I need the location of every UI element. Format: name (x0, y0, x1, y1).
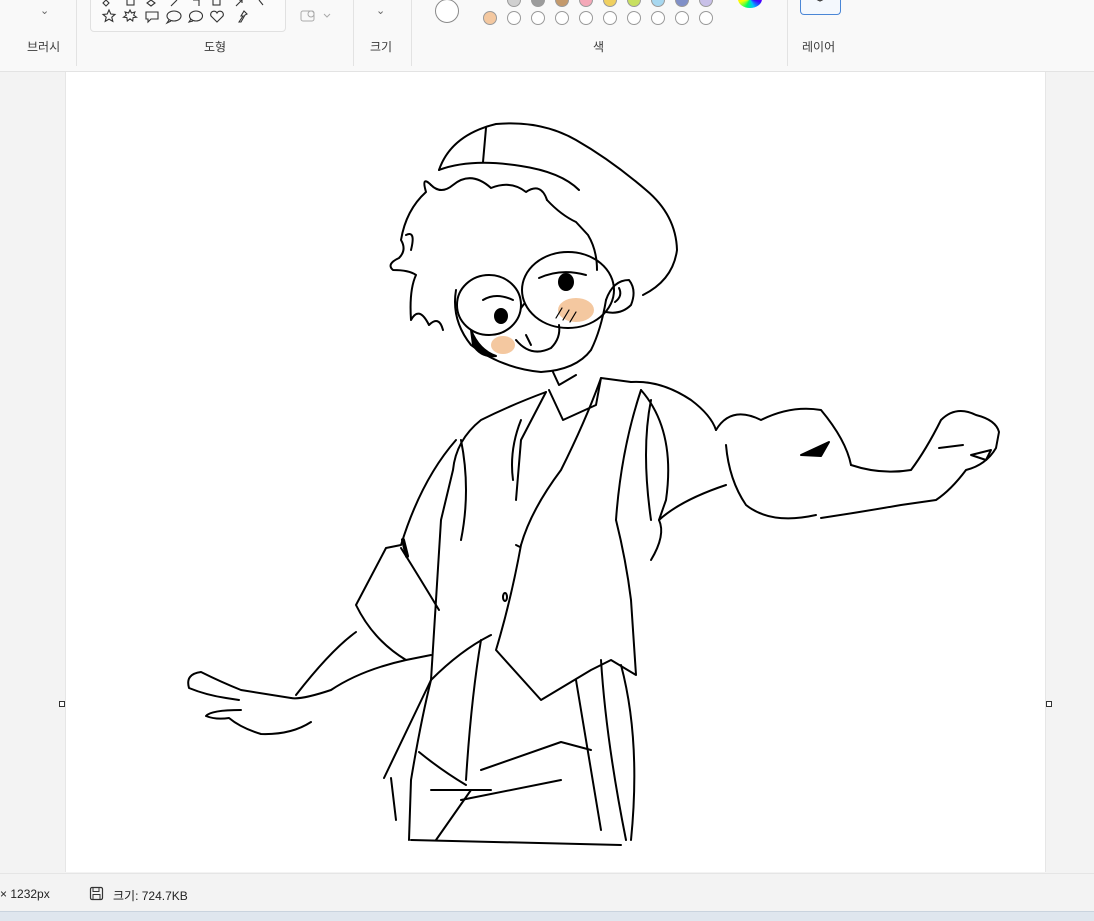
color-swatch[interactable] (675, 0, 689, 7)
character-drawing (187, 122, 1000, 846)
color-swatch[interactable] (555, 0, 569, 7)
ribbon-divider (353, 0, 354, 66)
canvas-resize-handle-right[interactable] (1046, 701, 1052, 707)
color-swatch[interactable] (651, 11, 665, 25)
color-swatch[interactable] (531, 11, 545, 25)
color-swatch[interactable] (675, 11, 689, 25)
ribbon-divider (76, 0, 77, 66)
color-swatch[interactable] (699, 11, 713, 25)
color-swatch[interactable] (627, 0, 641, 7)
color-swatch[interactable] (699, 0, 713, 7)
canvas-dimensions-text: × 1232px (0, 887, 50, 901)
shapes-group-label: 도형 (204, 40, 227, 54)
color-swatch[interactable] (627, 11, 641, 25)
color-swatch[interactable] (579, 11, 593, 25)
file-size-text: 크기: 724.7KB (113, 889, 188, 903)
brush-group-label: 브러시 (27, 40, 61, 54)
color-swatch[interactable] (507, 11, 521, 25)
shapes-gallery (90, 0, 286, 32)
canvas-resize-handle-left[interactable] (59, 701, 65, 707)
color-swatch[interactable] (531, 0, 545, 7)
size-dropdown-chevron-icon[interactable]: ⌄ (376, 6, 385, 17)
color-swatch[interactable] (483, 11, 497, 25)
ribbon-divider (787, 0, 788, 66)
current-color-swatch[interactable] (435, 0, 459, 23)
edit-colors-icon[interactable] (738, 0, 762, 8)
color-swatch[interactable] (651, 0, 665, 7)
layers-icon (816, 0, 824, 2)
drawing-canvas[interactable] (65, 72, 1046, 872)
size-group-label: 크기 (370, 40, 393, 54)
color-swatch[interactable] (603, 11, 617, 25)
color-swatch[interactable] (555, 11, 569, 25)
save-disk-icon (89, 886, 104, 901)
layers-group-label: 레이어 (802, 40, 836, 54)
layers-button[interactable] (800, 0, 841, 15)
brush-dropdown-chevron-icon[interactable]: ⌄ (40, 6, 49, 17)
color-swatch[interactable] (507, 0, 521, 7)
shape-fill-option-icon[interactable] (300, 8, 334, 24)
ribbon-toolbar: ⌄ 브러시 도형 ⌄ 크기 색 레이어 (0, 0, 1094, 72)
color-swatch[interactable] (603, 0, 617, 7)
ribbon-divider (411, 0, 412, 66)
status-bar: × 1232px 크기: 724.7KB (0, 873, 1094, 912)
shapes-gallery-icons (101, 0, 264, 25)
color-swatch[interactable] (579, 0, 593, 7)
star-shape-icon (101, 8, 117, 23)
color-group-label: 색 (593, 40, 605, 54)
